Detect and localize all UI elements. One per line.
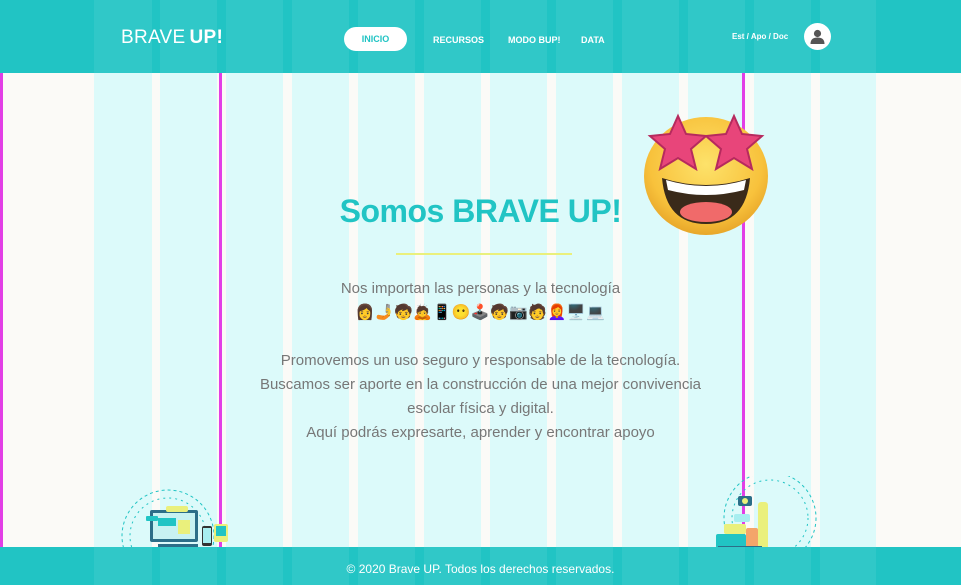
footer: © 2020 Brave UP. Todos los derechos rese…: [0, 547, 961, 585]
copyright-text: © 2020 Brave UP. Todos los derechos rese…: [346, 562, 615, 576]
logo-text-bold: UP!: [189, 27, 224, 48]
star-struck-emoji-icon: [642, 112, 770, 241]
nav-data-link[interactable]: DATA: [581, 35, 605, 45]
emoji-row: 👩🤳🧒🙇📱😶🕹️🧒📷🧑👩‍🦰🖥️💻: [355, 304, 606, 321]
user-icon: [810, 29, 825, 44]
nav-inicio-button[interactable]: INICIO: [344, 27, 407, 51]
intro-line: Aquí podrás expresarte, aprender y encon…: [306, 424, 655, 441]
nav-modo-bup-link[interactable]: MODO BUP!: [508, 35, 561, 45]
user-roles-label[interactable]: Est / Apo / Doc: [732, 32, 788, 41]
intro-paragraph: Promovemos un uso seguro y responsable d…: [0, 349, 961, 445]
intro-line: Buscamos ser aporte en la construcción d…: [259, 376, 702, 393]
intro-line: Promovemos un uso seguro y responsable d…: [280, 352, 681, 369]
nav-recursos-link[interactable]: RECURSOS: [433, 35, 484, 45]
brand-logo[interactable]: BRAVE UP!: [121, 27, 223, 49]
top-navbar: BRAVE UP! INICIO RECURSOS MODO BUP! DATA …: [0, 0, 961, 73]
people-illustration: [712, 471, 824, 565]
subtitle-text: Nos importan las personas y la tecnologí…: [340, 280, 621, 297]
intro-line: escolar física y digital.: [407, 400, 554, 417]
user-avatar-button[interactable]: [804, 23, 831, 50]
title-divider: [396, 253, 572, 255]
logo-text-light: BRAVE: [121, 27, 186, 48]
page-title: Somos BRAVE UP!: [339, 193, 622, 229]
